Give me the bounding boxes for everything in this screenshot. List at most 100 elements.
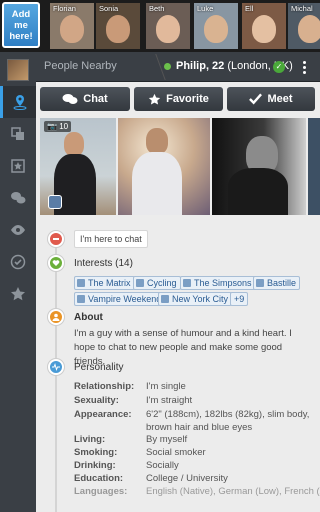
personality-label: Languages:: [74, 486, 128, 497]
star-box-icon: [11, 159, 25, 173]
star-icon: [11, 287, 25, 301]
chat-button[interactable]: Chat: [40, 87, 130, 111]
strip-user-name: Ell: [245, 4, 254, 13]
meet-button[interactable]: Meet: [227, 87, 315, 111]
profile-photo[interactable]: 📷 10: [40, 118, 116, 215]
personality-label: Relationship:: [74, 381, 135, 392]
user-photo: [204, 15, 228, 43]
strip-user-thumb[interactable]: Florian: [50, 3, 94, 49]
profile-photo[interactable]: [118, 118, 210, 215]
personality-value: I'm straight: [146, 395, 193, 406]
personality-value: 6'2" (188cm), 182lbs (82kg), slim body, …: [146, 409, 310, 433]
interest-tag[interactable]: Bastille: [253, 276, 301, 290]
location-pin-icon: [13, 95, 26, 110]
check-circle-icon: [10, 254, 26, 270]
nav-encounters[interactable]: [0, 118, 36, 150]
more-interests-tag[interactable]: +9: [230, 292, 249, 306]
favorite-button[interactable]: Favorite: [134, 87, 223, 111]
personality-label: Living:: [74, 434, 106, 445]
nav-favorites[interactable]: [0, 150, 36, 182]
nav-people-nearby[interactable]: [0, 86, 36, 118]
profile-name: Philip, 22: [176, 60, 225, 72]
music-note-icon: [256, 279, 264, 287]
trophy-icon: [136, 279, 144, 287]
meet-button-label: Meet: [267, 93, 293, 105]
checkmark-icon: [249, 93, 263, 105]
personality-value: English (Native), German (Low), French (…: [146, 486, 320, 497]
breadcrumb-separator: [146, 54, 166, 80]
chat-button-label: Chat: [83, 93, 108, 105]
nav-messages[interactable]: [0, 182, 36, 214]
photo-gallery: 📷 10: [40, 118, 320, 215]
online-status-icon: [164, 63, 171, 70]
interest-tag-label: The Simpsons: [194, 278, 252, 288]
nav-my-profile[interactable]: [0, 54, 36, 86]
interest-tag-label: Vampire Weekend: [88, 294, 162, 304]
interest-tag[interactable]: Vampire Weekend: [74, 292, 166, 306]
breadcrumb[interactable]: People Nearby: [44, 60, 117, 72]
interest-tag[interactable]: Cycling: [133, 276, 181, 290]
strip-user-thumb[interactable]: Ell: [242, 3, 286, 49]
cards-icon: [11, 127, 24, 140]
interest-tag[interactable]: New York City: [158, 292, 233, 306]
add-me-button[interactable]: Add me here!: [2, 2, 40, 48]
interest-tag[interactable]: The Matrix: [74, 276, 135, 290]
interest-tag-label: Cycling: [147, 278, 177, 288]
star-icon: [148, 93, 161, 105]
avatar: [7, 59, 29, 81]
profile-header: People Nearby Philip, 22 (London, UK) ✓: [36, 52, 320, 82]
camera-icon[interactable]: [48, 195, 62, 209]
personality-label: Sexuality:: [74, 395, 119, 406]
strip-user-thumb[interactable]: Beth: [146, 3, 190, 49]
user-strip: Add me here! Florian Sonia Beth Luke Ell…: [0, 0, 320, 52]
globe-icon: [161, 295, 169, 303]
user-photo: [60, 15, 84, 43]
photo-count: 10: [59, 122, 69, 131]
strip-user-name: Luke: [197, 4, 214, 13]
profile-photo[interactable]: [308, 118, 320, 215]
strip-user-thumb[interactable]: Sonia: [96, 3, 140, 49]
heart-icon: [48, 255, 64, 271]
verified-check-icon: ✓: [273, 61, 285, 73]
user-photo: [252, 15, 276, 43]
nav-visitors[interactable]: [0, 214, 36, 246]
person-figure: [228, 168, 288, 215]
user-photo: [298, 15, 320, 43]
profile-photo[interactable]: [212, 118, 306, 215]
music-note-icon: [77, 295, 85, 303]
interest-tag-label: New York City: [172, 294, 229, 304]
interest-tag-label: The Matrix: [88, 278, 131, 288]
strip-user-thumb[interactable]: Michal: [288, 3, 320, 49]
person-figure: [146, 128, 168, 154]
personality-title: Personality: [74, 362, 124, 373]
personality-label: Appearance:: [74, 409, 132, 420]
strip-user-name: Sonia: [99, 4, 119, 13]
personality-value: Socially: [146, 460, 179, 471]
person-icon: [48, 309, 64, 325]
eye-icon: [11, 225, 25, 235]
status-minus-icon: [48, 231, 64, 247]
personality-value: I'm single: [146, 381, 186, 392]
interest-tag[interactable]: The Simpsons: [180, 276, 256, 290]
strip-user-name: Florian: [53, 4, 76, 13]
strip-user-name: Beth: [149, 4, 165, 13]
personality-value: Social smoker: [146, 447, 206, 458]
nav-rated[interactable]: [0, 278, 36, 310]
personality-label: Drinking:: [74, 460, 116, 471]
status-bubble: I'm here to chat: [74, 230, 148, 248]
personality-label: Smoking:: [74, 447, 118, 458]
strip-user-thumb[interactable]: Luke: [194, 3, 238, 49]
overflow-menu-button[interactable]: [292, 56, 316, 78]
personality-value: By myself: [146, 434, 188, 445]
user-photo: [106, 15, 130, 43]
chat-bubbles-icon: [11, 192, 26, 204]
user-photo: [156, 15, 180, 43]
favorite-button-label: Favorite: [166, 93, 209, 105]
person-figure: [64, 132, 84, 156]
tv-icon: [183, 279, 191, 287]
nav-activity[interactable]: [0, 246, 36, 278]
person-figure: [132, 152, 182, 215]
chat-icon: [62, 94, 78, 104]
pulse-icon: [48, 359, 64, 375]
strip-user-name: Michal: [291, 4, 313, 13]
